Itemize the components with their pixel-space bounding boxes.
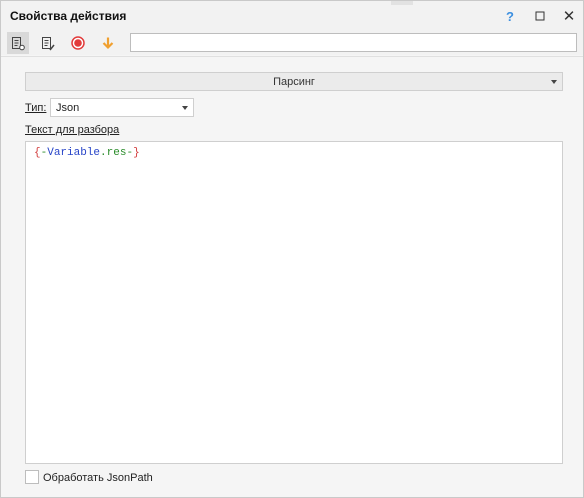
properties-icon bbox=[12, 36, 25, 50]
edit-properties-icon bbox=[42, 36, 55, 50]
code-variable-name: res bbox=[106, 147, 127, 159]
type-label: Тип: bbox=[25, 102, 47, 114]
close-icon: ✕ bbox=[562, 8, 576, 25]
toolbar-comment-input[interactable] bbox=[130, 33, 577, 52]
maximize-button[interactable] bbox=[530, 6, 550, 26]
editor-content: {-Variable.res-} bbox=[34, 147, 140, 159]
code-brace-open: { bbox=[34, 147, 41, 159]
text-to-parse-label: Текст для разбора bbox=[25, 124, 120, 136]
download-arrow-icon bbox=[102, 37, 114, 50]
code-dot: . bbox=[100, 147, 107, 159]
maximize-icon bbox=[535, 11, 545, 21]
action-type-value: Парсинг bbox=[273, 75, 315, 88]
code-variable-keyword: Variable bbox=[47, 147, 101, 159]
record-tool-button[interactable] bbox=[67, 32, 89, 54]
help-icon: ? bbox=[506, 8, 514, 24]
code-brace-close: } bbox=[133, 147, 140, 159]
action-type-dropdown[interactable]: Парсинг bbox=[25, 72, 563, 91]
type-value: Json bbox=[56, 102, 80, 114]
chevron-down-icon bbox=[182, 106, 188, 110]
edit-tool-button[interactable] bbox=[37, 32, 59, 54]
window-title: Свойства действия bbox=[10, 9, 127, 23]
title-bar[interactable]: Свойства действия ? ✕ bbox=[1, 1, 583, 31]
jsonpath-checkbox-label[interactable]: Обработать JsonPath bbox=[43, 472, 153, 484]
close-button[interactable]: ✕ bbox=[559, 6, 579, 26]
toolbar bbox=[1, 31, 583, 55]
properties-window: Свойства действия ? ✕ Парсинг Тип: Json … bbox=[0, 0, 584, 498]
record-icon bbox=[71, 36, 85, 50]
type-dropdown[interactable]: Json bbox=[50, 98, 194, 117]
toolbar-divider bbox=[1, 56, 583, 57]
chevron-down-icon bbox=[551, 80, 557, 84]
download-tool-button[interactable] bbox=[97, 32, 119, 54]
jsonpath-checkbox[interactable] bbox=[25, 470, 39, 484]
help-button[interactable]: ? bbox=[500, 6, 520, 26]
text-to-parse-editor[interactable]: {-Variable.res-} bbox=[25, 141, 563, 464]
drag-grip[interactable] bbox=[391, 1, 413, 5]
properties-tool-button[interactable] bbox=[7, 32, 29, 54]
